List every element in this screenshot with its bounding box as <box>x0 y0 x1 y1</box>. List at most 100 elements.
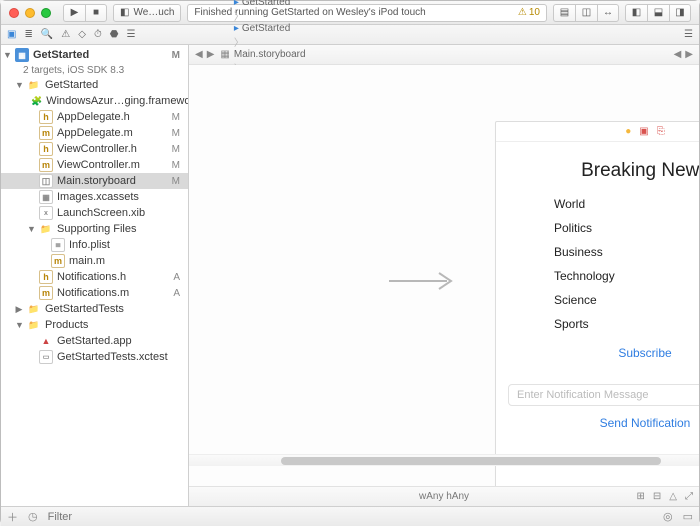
category-label[interactable]: World <box>520 197 585 211</box>
breadcrumb[interactable]: ▸GetStarted <box>234 23 338 34</box>
tree-item-main-m[interactable]: mmain.m <box>1 253 188 269</box>
root-view[interactable]: Breaking News World Politics Business Techn… <box>496 156 699 438</box>
test-navigator-tab[interactable]: ◇ <box>78 29 86 40</box>
canvas-resize-icon[interactable]: ⤢ <box>685 491 693 502</box>
category-label[interactable]: Business <box>520 245 603 259</box>
symbol-navigator-tab[interactable]: ≣ <box>24 29 32 40</box>
tree-item-getstartedtests-xctest[interactable]: ▭GetStartedTests.xctest <box>1 349 188 365</box>
tree-item-label: Images.xcassets <box>57 191 139 203</box>
tree-item-label: Products <box>45 319 88 331</box>
view-controller-icon[interactable]: ● <box>625 126 631 137</box>
tree-item-viewcontroller-m[interactable]: mViewController.mM <box>1 157 188 173</box>
jump-bar[interactable]: ◀ ▶ ▦ ▸GetStarted〉▸GetStarted〉Main.story… <box>189 45 699 65</box>
jumpbar-back-button[interactable]: ◀ <box>195 49 203 60</box>
run-button[interactable]: ▶ <box>63 4 85 22</box>
toggle-debug-area-button[interactable]: ⬓ <box>647 4 669 22</box>
panel-visibility-group: ◧ ⬓ ◨ <box>625 4 691 22</box>
jumpbar-forward-button[interactable]: ▶ <box>207 49 215 60</box>
find-navigator-tab[interactable]: 🔍 <box>41 29 53 40</box>
toggle-utilities-button[interactable]: ◨ <box>669 4 691 22</box>
send-notification-button[interactable]: Send Notification <box>520 416 699 430</box>
version-editor-button[interactable]: ↔ <box>597 4 619 22</box>
breadcrumb[interactable]: Main.storyboard <box>234 49 338 60</box>
related-items-icon[interactable]: ▦ <box>220 49 229 60</box>
subscribe-button[interactable]: Subscribe <box>520 346 699 360</box>
canvas-horizontal-scrollbar[interactable] <box>189 454 699 466</box>
canvas-resolve-icon[interactable]: △ <box>669 491 677 502</box>
project-navigator-tab[interactable]: ▣ <box>7 29 16 40</box>
tree-item-products[interactable]: ▼📁Products <box>1 317 188 333</box>
project-root[interactable]: ▼ ▦ GetStarted M <box>1 47 188 63</box>
recent-filter-icon[interactable]: ◷ <box>28 510 38 523</box>
category-row-business: Business <box>520 240 699 264</box>
vcs-status: M <box>172 160 184 171</box>
disclosure-icon[interactable]: ▶ <box>15 304 23 315</box>
category-label[interactable]: Sports <box>520 317 589 331</box>
stop-button[interactable]: ■ <box>85 4 107 22</box>
folder-icon: ▸ <box>234 0 239 8</box>
issue-navigator-tab[interactable]: ⚠ <box>61 29 70 40</box>
tree-item-main-storyboard[interactable]: ◫Main.storyboardM <box>1 173 188 189</box>
category-label[interactable]: Politics <box>520 221 592 235</box>
tree-item-info-plist[interactable]: ≣Info.plist <box>1 237 188 253</box>
canvas-footer: wAny hAny ⊞ ⊟ △ ⤢ <box>189 486 699 506</box>
category-label[interactable]: Science <box>520 293 597 307</box>
tree-item-appdelegate-m[interactable]: mAppDelegate.mM <box>1 125 188 141</box>
view-controller-scene[interactable]: ● ▣ ⎘ Breaking News World Politics Busines… <box>495 121 699 486</box>
minimize-window-button[interactable] <box>25 8 35 18</box>
size-class-control[interactable]: wAny hAny <box>419 491 469 502</box>
report-navigator-tab[interactable]: ☰ <box>127 29 136 40</box>
filter-field[interactable] <box>48 511 653 523</box>
tree-item-label: main.m <box>69 255 105 267</box>
tree-item-appdelegate-h[interactable]: hAppDelegate.hM <box>1 109 188 125</box>
tree-item-viewcontroller-h[interactable]: hViewController.hM <box>1 141 188 157</box>
warnings-badge[interactable]: ⚠ 10 <box>518 7 540 18</box>
first-responder-icon[interactable]: ▣ <box>639 126 648 137</box>
debug-navigator-tab[interactable]: ⏱ <box>94 29 102 40</box>
canvas-align-icon[interactable]: ⊞ <box>637 491 645 502</box>
fw-icon: 🧩 <box>31 94 42 108</box>
category-row-world: World <box>520 192 699 216</box>
disclosure-icon[interactable]: ▼ <box>27 224 35 234</box>
navigator-tree[interactable]: ▼ ▦ GetStarted M 2 targets, iOS SDK 8.3 … <box>1 45 188 506</box>
scene-dock[interactable]: ● ▣ ⎘ <box>496 122 699 142</box>
jumpbar-next-counterpart[interactable]: ▶ <box>685 49 693 60</box>
jumpbar-prev-counterpart[interactable]: ◀ <box>674 49 682 60</box>
scrollbar-thumb[interactable] <box>281 457 661 465</box>
category-label[interactable]: Technology <box>520 269 615 283</box>
tree-item-label: WindowsAzur…ging.framework <box>46 95 188 107</box>
tree-item-label: Supporting Files <box>57 223 137 235</box>
disclosure-icon[interactable]: ▼ <box>15 320 23 330</box>
tree-item-supporting-files[interactable]: ▼📁Supporting Files <box>1 221 188 237</box>
zoom-window-button[interactable] <box>41 8 51 18</box>
tree-item-getstarted[interactable]: ▼📁GetStarted <box>1 77 188 93</box>
tree-item-label: GetStartedTests.xctest <box>57 351 168 363</box>
disclosure-icon[interactable]: ▼ <box>15 80 23 90</box>
scm-filter-icon[interactable]: ◎ <box>663 510 673 523</box>
disclosure-icon[interactable]: ▼ <box>3 50 11 60</box>
title-label[interactable]: Breaking News <box>520 160 699 182</box>
tree-item-notifications-h[interactable]: hNotifications.hA <box>1 269 188 285</box>
outline-toggle-icon[interactable]: ☰ <box>684 29 693 40</box>
close-window-button[interactable] <box>9 8 19 18</box>
category-row-politics: Politics <box>520 216 699 240</box>
breakpoint-navigator-tab[interactable]: ⬣ <box>110 29 119 40</box>
tree-item-getstarted-app[interactable]: ▲GetStarted.app <box>1 333 188 349</box>
add-button[interactable]: ＋ <box>7 509 18 525</box>
assistant-editor-button[interactable]: ◫ <box>575 4 597 22</box>
scheme-selector[interactable]: ◧ We…uch <box>113 4 181 22</box>
exit-icon[interactable]: ⎘ <box>657 126 665 137</box>
notification-message-field[interactable]: Enter Notification Message <box>508 384 699 406</box>
tree-item-images-xcassets[interactable]: ▦Images.xcassets <box>1 189 188 205</box>
tree-item-getstartedtests[interactable]: ▶📁GetStartedTests <box>1 301 188 317</box>
scope-filter-icon[interactable]: ▭ <box>683 510 693 523</box>
canvas-pin-icon[interactable]: ⊟ <box>653 491 661 502</box>
tree-item-launchscreen-xib[interactable]: xLaunchScreen.xib <box>1 205 188 221</box>
storyboard-canvas[interactable]: ● ▣ ⎘ Breaking News World Politics Busines… <box>189 65 699 486</box>
breadcrumb[interactable]: ▸GetStarted <box>234 0 338 8</box>
standard-editor-button[interactable]: ▤ <box>553 4 575 22</box>
tree-item-notifications-m[interactable]: mNotifications.mA <box>1 285 188 301</box>
tree-item-windowsazur-ging-framework[interactable]: 🧩WindowsAzur…ging.frameworkM <box>1 93 188 109</box>
window-traffic-lights <box>9 8 51 18</box>
toggle-navigator-button[interactable]: ◧ <box>625 4 647 22</box>
